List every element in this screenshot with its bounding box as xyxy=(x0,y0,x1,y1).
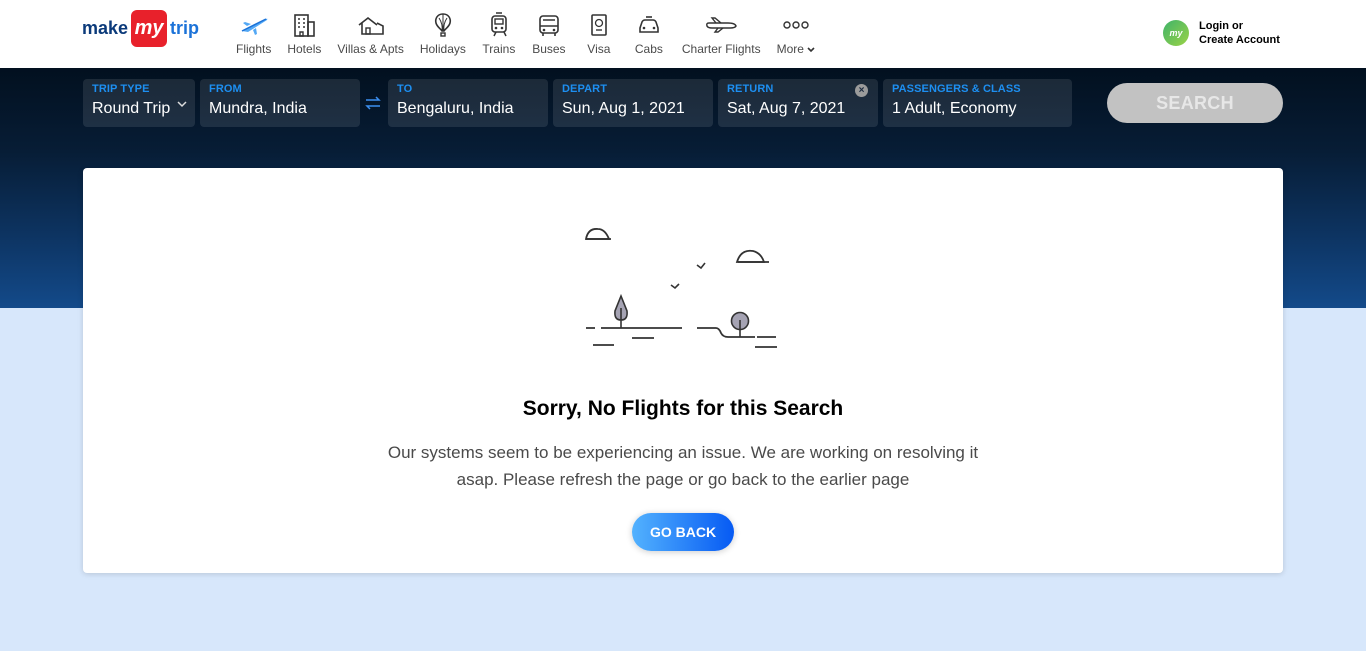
from-field[interactable]: FROM Mundra, India xyxy=(200,79,360,127)
nav-visa[interactable]: Visa xyxy=(574,6,624,56)
nav-label: Charter Flights xyxy=(681,42,761,56)
logo-my-badge: my xyxy=(131,9,168,47)
from-value: Mundra, India xyxy=(209,100,307,117)
empty-landscape-illustration xyxy=(584,228,777,348)
nav-label: Flights xyxy=(236,42,272,56)
chevron-down-icon xyxy=(177,95,187,113)
passport-icon xyxy=(582,12,616,38)
login-create-account[interactable]: my Login or Create Account xyxy=(1163,19,1280,47)
clear-return-icon[interactable]: × xyxy=(855,84,868,97)
nav-label: Holidays xyxy=(419,42,466,56)
passengers-label: PASSENGERS & CLASS xyxy=(892,83,1021,95)
nav-villas[interactable]: Villas & Apts xyxy=(329,6,411,56)
jet-icon xyxy=(704,12,738,38)
error-message: Our systems seem to be experiencing an i… xyxy=(387,443,979,489)
login-line1: Login or xyxy=(1199,20,1243,32)
nav-flights[interactable]: Flights xyxy=(228,6,279,56)
nav-label: Visa xyxy=(587,42,611,56)
nav-more[interactable]: More xyxy=(769,6,824,56)
mmt-avatar-icon: my xyxy=(1163,20,1189,46)
depart-label: DEPART xyxy=(562,83,608,95)
nav-charter-flights[interactable]: Charter Flights xyxy=(674,6,769,56)
to-label: TO xyxy=(397,83,413,95)
to-value: Bengaluru, India xyxy=(397,100,514,117)
nav-cabs[interactable]: Cabs xyxy=(624,6,674,56)
return-value: Sat, Aug 7, 2021 xyxy=(727,100,846,117)
no-results-card: Sorry, No Flights for this Search Our sy… xyxy=(83,168,1283,573)
train-icon xyxy=(482,12,516,38)
logo-make-text: make xyxy=(82,17,129,38)
nav-label: Trains xyxy=(482,42,516,56)
villa-icon xyxy=(354,12,388,38)
logo-trip-text: trip xyxy=(170,17,200,38)
go-back-button[interactable]: GO BACK xyxy=(632,513,734,551)
nav-label: Cabs xyxy=(634,42,663,56)
car-icon xyxy=(632,12,666,38)
nav-buses[interactable]: Buses xyxy=(524,6,574,56)
login-line2: Create Account xyxy=(1199,34,1280,46)
more-icon xyxy=(779,12,813,38)
search-button[interactable]: SEARCH xyxy=(1107,83,1283,123)
top-header: make my trip Flights Hotels Villas & Apt… xyxy=(0,0,1366,68)
from-label: FROM xyxy=(209,83,242,95)
nav-holidays[interactable]: Holidays xyxy=(412,6,474,56)
return-field[interactable]: RETURN Sat, Aug 7, 2021 × xyxy=(718,79,878,127)
plane-icon xyxy=(237,12,271,38)
nav-hotels[interactable]: Hotels xyxy=(279,6,329,56)
swap-icon[interactable] xyxy=(364,94,382,112)
bus-icon xyxy=(532,12,566,38)
to-field[interactable]: TO Bengaluru, India xyxy=(388,79,548,127)
trip-type-label: TRIP TYPE xyxy=(92,83,150,95)
chevron-down-icon xyxy=(804,42,815,56)
trip-type-field[interactable]: TRIP TYPE Round Trip xyxy=(83,79,195,127)
passengers-value: 1 Adult, Economy xyxy=(892,100,1017,117)
passengers-class-field[interactable]: PASSENGERS & CLASS 1 Adult, Economy xyxy=(883,79,1072,127)
hotel-icon xyxy=(287,12,321,38)
nav-label: More xyxy=(777,42,816,56)
nav-trains[interactable]: Trains xyxy=(474,6,524,56)
main-nav: Flights Hotels Villas & Apts Holidays Tr… xyxy=(228,6,823,62)
nav-label: Villas & Apts xyxy=(337,42,404,56)
depart-value: Sun, Aug 1, 2021 xyxy=(562,100,685,117)
login-text: Login or Create Account xyxy=(1199,19,1280,47)
return-label: RETURN xyxy=(727,83,774,95)
trip-type-value: Round Trip xyxy=(92,100,171,117)
nav-label: Buses xyxy=(532,42,566,56)
depart-field[interactable]: DEPART Sun, Aug 1, 2021 xyxy=(553,79,713,127)
makemytrip-logo[interactable]: make my trip xyxy=(82,9,199,47)
error-title: Sorry, No Flights for this Search xyxy=(522,397,844,420)
nav-label: Hotels xyxy=(287,42,322,56)
balloon-icon xyxy=(426,12,460,38)
more-label: More xyxy=(776,42,804,56)
